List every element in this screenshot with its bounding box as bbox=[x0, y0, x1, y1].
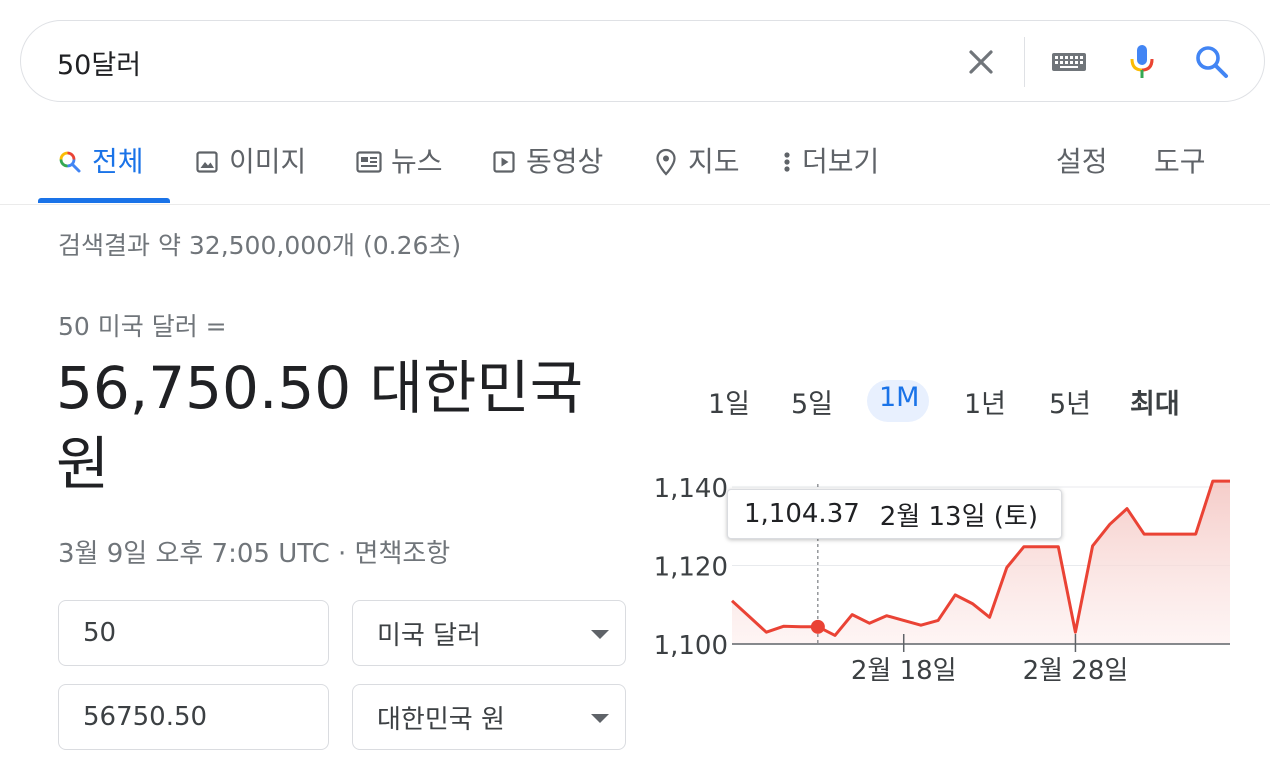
to-amount-value: 56750.50 bbox=[83, 702, 208, 732]
to-currency-value: 대한민국 원 bbox=[377, 704, 505, 735]
mic-icon[interactable] bbox=[1123, 43, 1161, 81]
result-stats: 검색결과 약 32,500,000개 (0.26초) bbox=[58, 231, 462, 260]
tab-label: 지도 bbox=[688, 145, 740, 178]
tab-label: 전체 bbox=[92, 145, 144, 178]
news-icon bbox=[355, 148, 383, 176]
dropdown-arrow-icon bbox=[591, 630, 609, 639]
tab-more[interactable]: 더보기 bbox=[780, 140, 879, 204]
range-5y[interactable]: 5년 bbox=[1049, 382, 1091, 421]
tooltip-value: 1,104.37 bbox=[744, 499, 860, 529]
tab-label: 더보기 bbox=[802, 145, 880, 178]
to-amount-input[interactable]: 56750.50 bbox=[58, 684, 329, 750]
tools-label: 도구 bbox=[1154, 145, 1206, 178]
tab-news[interactable]: 뉴스 bbox=[355, 140, 443, 204]
tooltip-date: 2월 13일 (토) bbox=[879, 501, 1038, 532]
tab-label: 뉴스 bbox=[391, 145, 443, 178]
tab-maps[interactable]: 지도 bbox=[652, 140, 740, 204]
range-max[interactable]: 최대 bbox=[1130, 382, 1180, 421]
conversion-timestamp: 3월 9일 오후 7:05 UTC · 면책조항 bbox=[58, 539, 451, 569]
tab-label: 이미지 bbox=[229, 145, 307, 178]
video-icon bbox=[490, 148, 518, 176]
conversion-result: 56,750.50 대한민국 원 bbox=[56, 354, 584, 498]
y-tick-label: 1,100 bbox=[654, 631, 728, 661]
tab-all[interactable]: 전체 bbox=[56, 140, 144, 204]
from-currency-select[interactable]: 미국 달러 bbox=[352, 600, 626, 666]
chart-tooltip: 1,104.37 2월 13일 (토) bbox=[727, 489, 1062, 539]
y-tick-label: 1,140 bbox=[654, 474, 728, 504]
from-currency-value: 미국 달러 bbox=[377, 620, 481, 651]
x-tick-label: 2월 28일 bbox=[1023, 656, 1129, 686]
search-input[interactable]: 50달러 bbox=[57, 43, 141, 82]
more-vert-icon bbox=[780, 148, 794, 176]
tab-label: 동영상 bbox=[526, 145, 604, 178]
search-icon bbox=[56, 148, 84, 176]
map-pin-icon bbox=[652, 148, 680, 176]
settings-link[interactable]: 설정 bbox=[1056, 140, 1108, 204]
close-icon[interactable] bbox=[962, 43, 1000, 81]
tab-videos[interactable]: 동영상 bbox=[490, 140, 603, 204]
tab-images[interactable]: 이미지 bbox=[193, 140, 306, 204]
range-5d[interactable]: 5일 bbox=[791, 382, 833, 421]
from-amount-value: 50 bbox=[83, 618, 117, 648]
from-amount-input[interactable]: 50 bbox=[58, 600, 329, 666]
y-tick-label: 1,120 bbox=[654, 553, 728, 583]
range-1d[interactable]: 1일 bbox=[708, 382, 750, 421]
dropdown-arrow-icon bbox=[591, 714, 609, 723]
tools-link[interactable]: 도구 bbox=[1154, 140, 1206, 204]
image-icon bbox=[193, 148, 221, 176]
search-tabs: 전체 이미지 뉴스 동영상 지도 더보기 설정 도구 bbox=[0, 140, 1270, 205]
settings-label: 설정 bbox=[1056, 145, 1108, 178]
range-1m[interactable]: 1M bbox=[879, 382, 919, 413]
active-tab-indicator bbox=[38, 198, 170, 203]
highlight-point bbox=[810, 619, 825, 634]
search-divider bbox=[1024, 37, 1025, 87]
conversion-from-label: 50 미국 달러 = bbox=[58, 312, 227, 341]
search-icon[interactable] bbox=[1193, 43, 1231, 81]
keyboard-icon[interactable] bbox=[1050, 43, 1088, 81]
to-currency-select[interactable]: 대한민국 원 bbox=[352, 684, 626, 750]
range-1y[interactable]: 1년 bbox=[964, 382, 1006, 421]
search-box[interactable]: 50달러 bbox=[20, 20, 1265, 102]
x-tick-label: 2월 18일 bbox=[851, 656, 957, 686]
